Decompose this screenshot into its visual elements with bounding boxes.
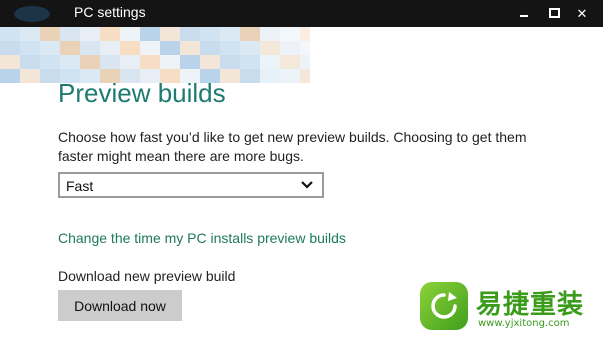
mosaic-tile xyxy=(40,55,60,69)
page-title: Preview builds xyxy=(58,78,226,108)
selected-speed: Fast xyxy=(66,178,94,194)
mosaic-tile xyxy=(20,41,40,55)
mosaic-tile xyxy=(20,27,40,41)
mosaic-tile xyxy=(140,41,160,55)
pc-settings-window: PC settings ✕ Preview builds Choose how … xyxy=(0,0,603,339)
mosaic-tile xyxy=(0,27,20,41)
mosaic-tile xyxy=(260,55,280,69)
mosaic-tile xyxy=(220,55,240,69)
mosaic-tile xyxy=(120,41,140,55)
mosaic-tile xyxy=(160,41,180,55)
download-now-button[interactable]: Download now xyxy=(58,290,182,321)
mosaic-tile xyxy=(100,27,120,41)
mosaic-tile xyxy=(300,69,310,83)
title-bar[interactable]: PC settings ✕ xyxy=(0,0,603,27)
mosaic-tile xyxy=(200,55,220,69)
chevron-down-icon xyxy=(301,181,313,189)
mosaic-tile xyxy=(220,41,240,55)
power-refresh-icon xyxy=(431,292,457,319)
minimize-button[interactable] xyxy=(513,3,535,23)
maximize-button[interactable] xyxy=(543,3,565,23)
mosaic-tile xyxy=(40,27,60,41)
preview-speed-select[interactable]: Fast xyxy=(58,172,324,198)
mosaic-tile xyxy=(20,55,40,69)
mosaic-tile xyxy=(40,69,60,83)
mosaic-tile xyxy=(280,27,300,41)
mosaic-tile xyxy=(80,27,100,41)
mosaic-tile xyxy=(100,55,120,69)
mosaic-tile xyxy=(220,27,240,41)
mosaic-tile xyxy=(100,41,120,55)
minimize-icon xyxy=(520,15,528,17)
download-label: Download new preview build xyxy=(58,268,236,284)
mosaic-tile xyxy=(20,69,40,83)
mosaic-tile xyxy=(180,41,200,55)
close-icon: ✕ xyxy=(576,5,588,21)
mosaic-tile xyxy=(60,55,80,69)
mosaic-tile xyxy=(180,55,200,69)
mosaic-tile xyxy=(120,27,140,41)
watermark-logo-icon xyxy=(420,282,468,330)
mosaic-tile xyxy=(240,41,260,55)
mosaic-tile xyxy=(160,27,180,41)
mosaic-tile xyxy=(0,69,20,83)
window-title: PC settings xyxy=(74,4,146,20)
blurred-header-area xyxy=(0,27,310,83)
mosaic-tile xyxy=(40,41,60,55)
watermark-url: www.yjxitong.com xyxy=(478,318,570,329)
mosaic-tile xyxy=(260,41,280,55)
mosaic-tile xyxy=(200,27,220,41)
mosaic-tile xyxy=(280,69,300,83)
mosaic-tile xyxy=(80,55,100,69)
close-button[interactable]: ✕ xyxy=(571,3,593,23)
mosaic-tile xyxy=(260,27,280,41)
mosaic-tile xyxy=(180,27,200,41)
mosaic-tile xyxy=(280,55,300,69)
maximize-icon xyxy=(548,8,560,18)
mosaic-tile xyxy=(240,27,260,41)
mosaic-tile xyxy=(140,55,160,69)
mosaic-tile xyxy=(120,55,140,69)
mosaic-tile xyxy=(200,41,220,55)
mosaic-tile xyxy=(60,27,80,41)
mosaic-tile xyxy=(260,69,280,83)
mosaic-tile xyxy=(240,55,260,69)
mosaic-tile xyxy=(140,27,160,41)
mosaic-tile xyxy=(240,69,260,83)
preview-speed-description: Choose how fast you’d like to get new pr… xyxy=(58,129,527,164)
mosaic-tile xyxy=(160,55,180,69)
mosaic-tile xyxy=(80,41,100,55)
mosaic-tile xyxy=(300,41,310,55)
mosaic-tile xyxy=(60,41,80,55)
mosaic-tile xyxy=(300,27,310,41)
change-install-time-link[interactable]: Change the time my PC installs preview b… xyxy=(58,230,346,246)
mosaic-tile xyxy=(280,41,300,55)
mosaic-tile xyxy=(0,41,20,55)
mosaic-tile xyxy=(0,55,20,69)
app-logo-icon xyxy=(14,6,50,22)
watermark: 易捷重装 www.yjxitong.com xyxy=(420,282,600,334)
mosaic-tile xyxy=(300,55,310,69)
watermark-name: 易捷重装 xyxy=(476,290,585,320)
